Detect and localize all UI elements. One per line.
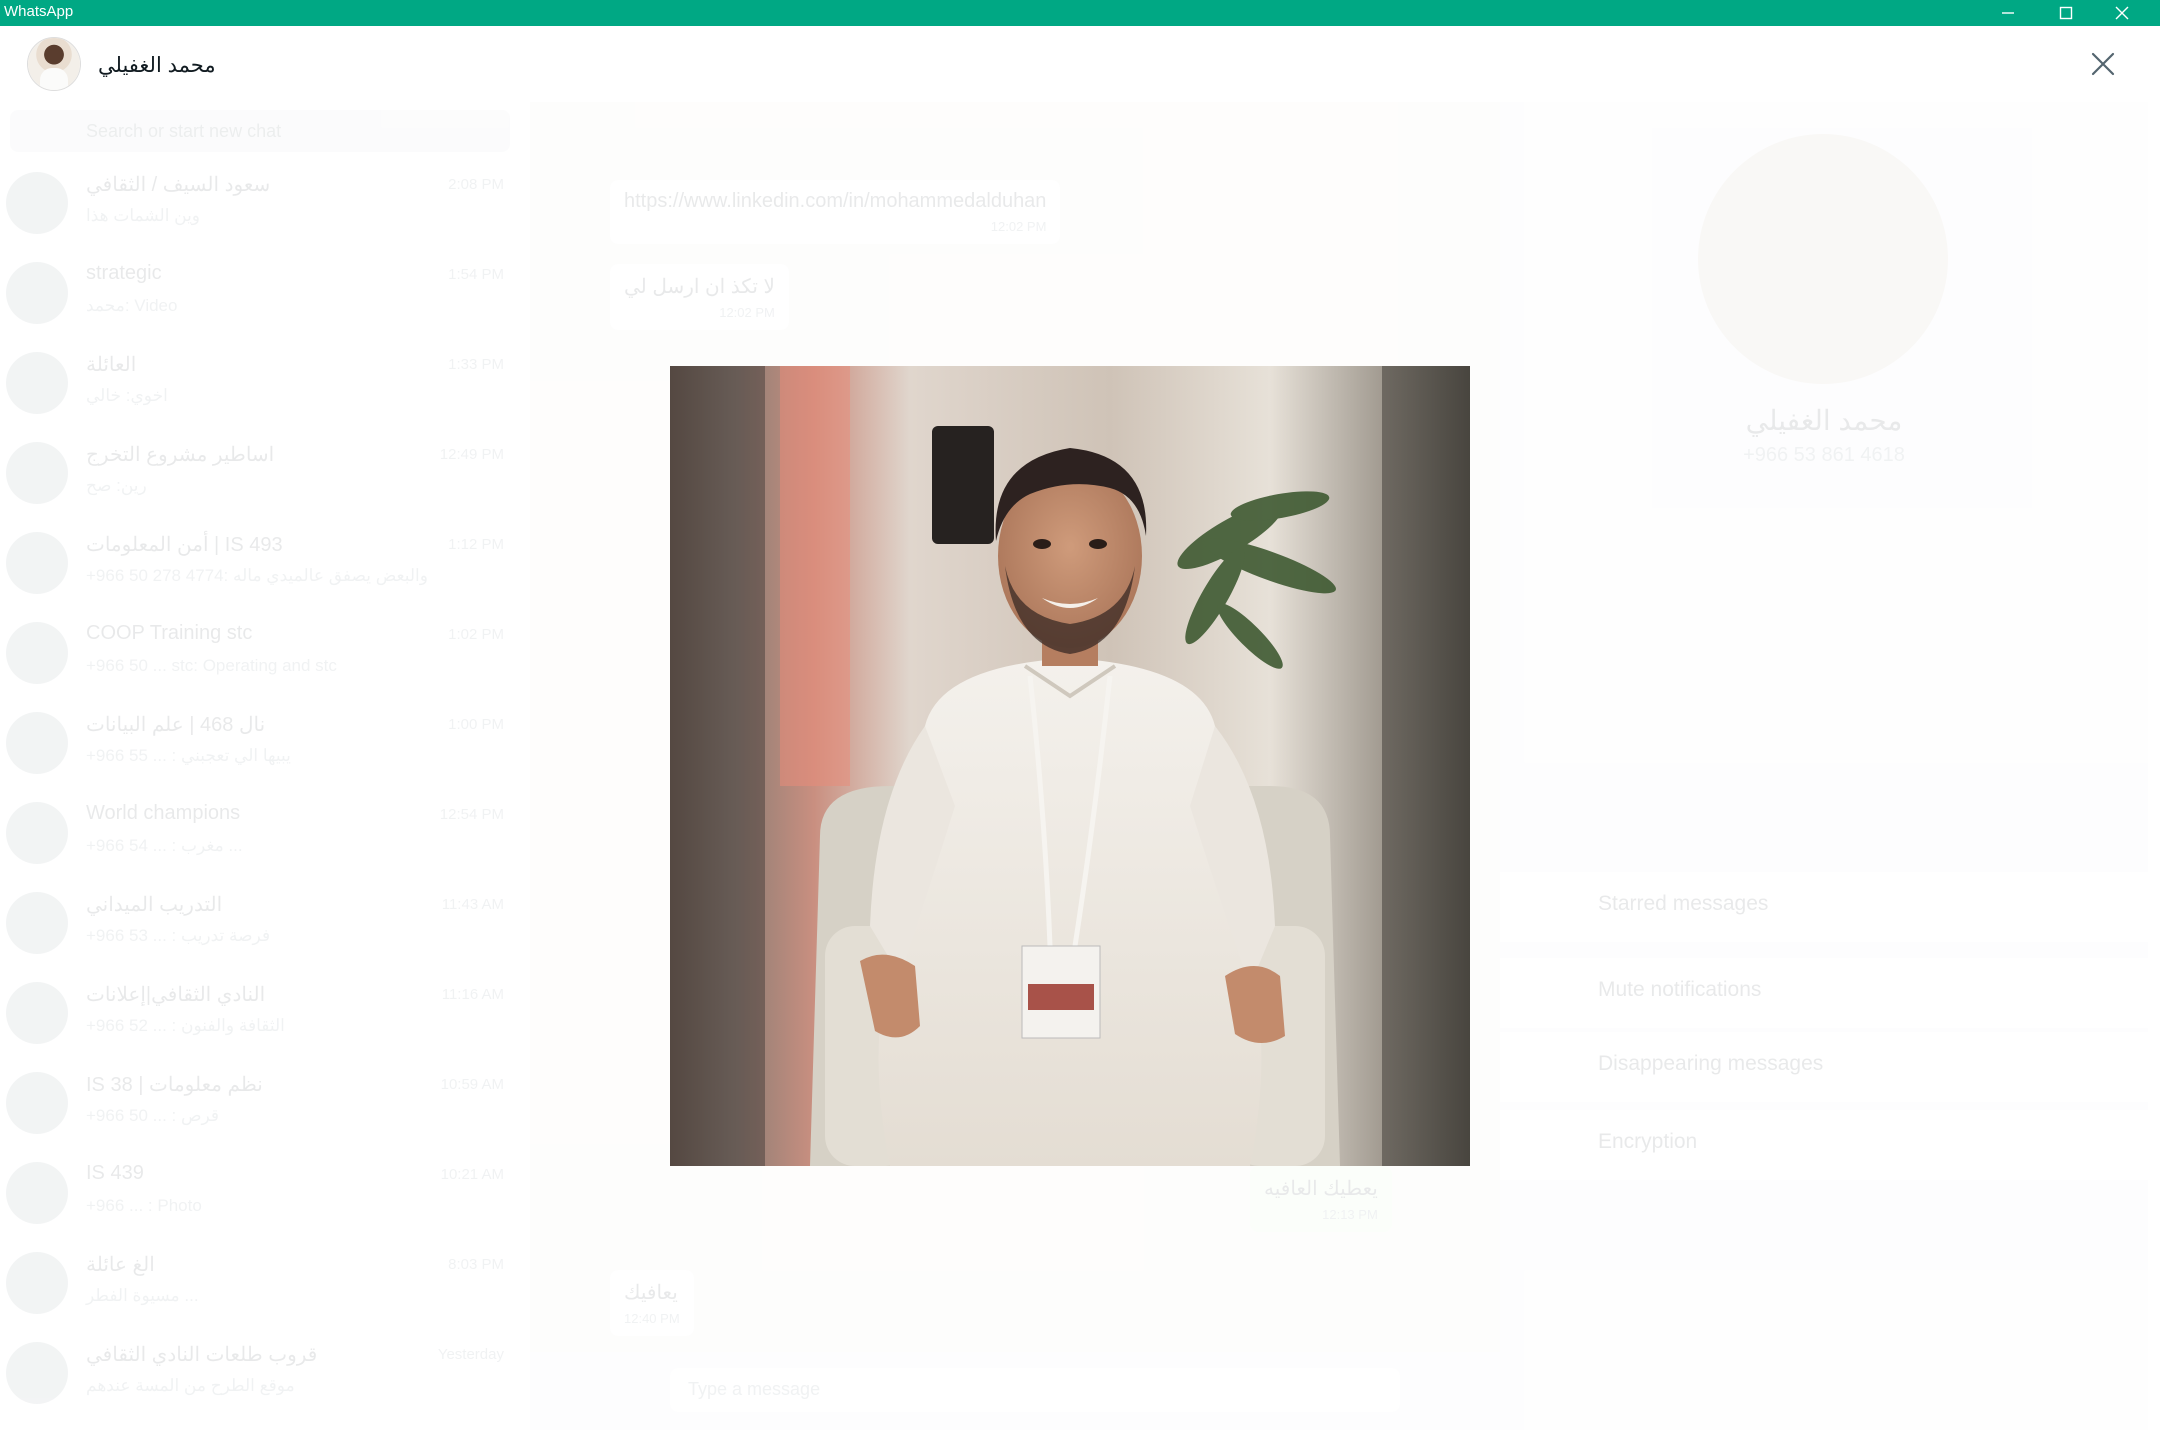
chat-item: سعود السيف / الثقافي 2:08 PM وين الشمات هذ… — [0, 162, 520, 252]
close-window-icon[interactable] — [2094, 0, 2150, 26]
minimize-icon[interactable] — [1980, 0, 2036, 26]
search-placeholder: Search or start new chat — [86, 121, 282, 141]
message-bubble: يعطيك العافيه 12:13 PM — [1250, 1166, 1392, 1232]
info-row: Mute notifications — [1500, 958, 2148, 1028]
chat-item: الغ عائلة 8:03 PM مسيوة الفطر ... — [0, 1242, 520, 1332]
contact-phone: +966 53 861 4618 — [1743, 444, 1905, 466]
chat-item: أمن المعلومات | IS 493 1:12 PM +966 50 278… — [0, 522, 520, 612]
info-row: Disappearing messages — [1500, 1032, 2148, 1102]
chat-item: IS 38 | نظم معلومات 10:59 AM +966 50 ... :… — [0, 1062, 520, 1152]
message-bubble: لا تكذ ان ارسل لي 12:02 PM — [610, 264, 789, 330]
chat-item: IS 439 10:21 AM +966 ... : Photo — [0, 1152, 520, 1242]
message-input-placeholder: Type a message — [688, 1379, 821, 1399]
sender-avatar[interactable] — [28, 38, 80, 90]
close-icon[interactable] — [2085, 46, 2121, 82]
info-row: Encryption — [1500, 1110, 2148, 1180]
chat-item: التدريب الميداني 11:43 AM +966 53 ... : فر… — [0, 882, 520, 972]
contact-info-pane: محمد الغفيلي +966 53 861 4618 Starred me… — [1500, 102, 2148, 1430]
info-row: Starred messages — [1500, 872, 2148, 942]
search-bar: Search or start new chat — [10, 110, 510, 152]
chat-item: قروب طلعات النادي الثقافي Yesterday موقع ا… — [0, 1332, 520, 1422]
message-composer: Type a message — [530, 1352, 1500, 1430]
chat-item: World champions 12:54 PM +966 54 ... : مغر… — [0, 792, 520, 882]
chat-item: strategic 1:54 PM محمد: Video — [0, 252, 520, 342]
chat-item: COOP Training stc 1:02 PM +966 50 ... stc:… — [0, 612, 520, 702]
media-image[interactable] — [670, 366, 1470, 1166]
contact-name: محمد الغفيلي — [1745, 405, 1903, 436]
sender-name: محمد الغفيلي — [98, 54, 216, 77]
window-titlebar: WhatsApp — [0, 0, 2160, 26]
media-viewer-header: محمد الغفيلي — [0, 26, 2148, 102]
message-bubble: يعافيك 12:40 PM — [610, 1270, 694, 1336]
chat-item: نال 468 | علم البيانات 1:00 PM +966 55 ...… — [0, 702, 520, 792]
chat-item: النادي الثقافي|إعلانات 11:16 AM +966 52 ..… — [0, 972, 520, 1062]
contact-avatar — [1698, 134, 1948, 384]
chat-item: اساطير مشروع التخرج 12:49 PM رين: صح — [0, 432, 520, 522]
photo-portrait — [670, 366, 1470, 1166]
message-input: Type a message — [670, 1368, 1400, 1412]
maximize-icon[interactable] — [2038, 0, 2094, 26]
chat-list: Search or start new chat سعود السيف / ال… — [0, 102, 520, 1430]
message-bubble: https://www.linkedin.com/in/mohammedaldu… — [610, 180, 1061, 244]
app-title: WhatsApp — [4, 3, 74, 20]
chat-item: العائلة 1:33 PM اخوي: خالي — [0, 342, 520, 432]
